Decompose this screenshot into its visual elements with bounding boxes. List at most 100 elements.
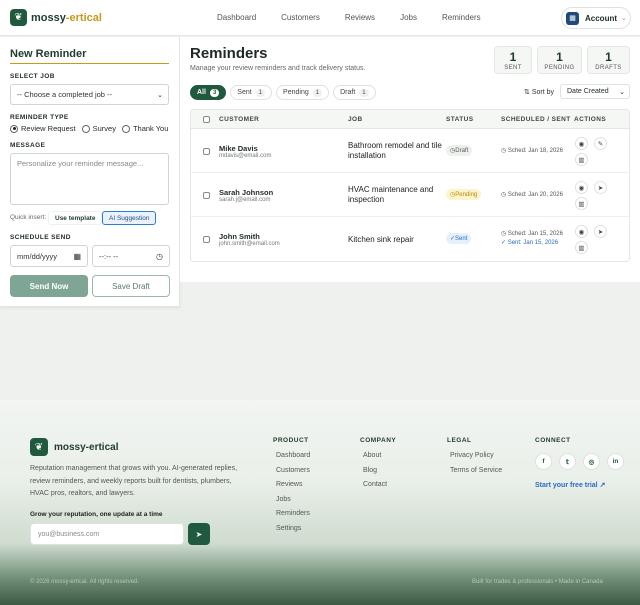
footer-link-customers[interactable]: Customers — [276, 467, 310, 474]
message-textarea[interactable]: Personalize your reminder message... — [10, 153, 169, 205]
select-job-label: SELECT JOB — [10, 73, 55, 80]
calendar-icon[interactable]: ▦ — [73, 252, 81, 261]
send-icon[interactable]: ➤ — [188, 523, 210, 545]
radio-indicator[interactable] — [10, 124, 18, 133]
use-template-button[interactable]: Use template — [48, 211, 103, 225]
status-badge: ✓ Sent — [446, 233, 472, 244]
send-now-button[interactable]: Send Now — [10, 275, 88, 297]
tab-draft[interactable]: Draft 1 — [333, 85, 376, 100]
view-icon[interactable]: ◉ — [575, 225, 588, 238]
scheduled-date: ◷ Sched: Jan 20, 2026 — [501, 191, 563, 198]
table-row: Mike Davis mdavis@email.com Bathroom rem… — [191, 129, 629, 173]
radio-label: Survey — [92, 124, 116, 133]
stat-drafts: 1 DRAFTS — [587, 46, 630, 74]
customer-email: sarah.j@email.com — [219, 197, 271, 203]
clock-icon[interactable]: ◷ — [156, 252, 163, 261]
instagram-icon[interactable]: ◎ — [583, 453, 600, 470]
company-heading: COMPANY — [360, 437, 397, 444]
tab-count: 3 — [209, 88, 220, 97]
chevron-down-icon: ⌄ — [619, 88, 625, 96]
scheduled-text: Sched: Jan 20, 2026 — [507, 192, 563, 198]
tab-label: All — [197, 89, 206, 96]
save-draft-button[interactable]: Save Draft — [92, 275, 170, 297]
column-job: JOB — [348, 116, 363, 123]
scheduled-text: Sched: Jan 15, 2026 — [507, 231, 563, 237]
site-footer: ❦ mossy-ertical Reputation management th… — [0, 400, 640, 605]
tab-label: Pending — [283, 89, 309, 96]
column-scheduled-sent: SCHEDULED / SENT — [501, 116, 571, 123]
footer-link-contact[interactable]: Contact — [363, 481, 387, 488]
tab-sent[interactable]: Sent 1 — [230, 85, 273, 100]
nav-item-customers[interactable]: Customers — [281, 13, 320, 22]
send-icon[interactable]: ➤ — [594, 181, 607, 194]
twitter-icon[interactable]: 𝕥 — [559, 453, 576, 470]
clock-icon: ◷ — [501, 192, 508, 198]
nav-item-reviews[interactable]: Reviews — [345, 13, 375, 22]
row-checkbox[interactable] — [203, 192, 210, 199]
send-icon[interactable]: ➤ — [594, 225, 607, 238]
status-text: Pending — [455, 191, 478, 198]
select-all-checkbox[interactable] — [203, 116, 210, 123]
edit-icon[interactable]: ✎ — [594, 137, 607, 150]
nav-item-jobs[interactable]: Jobs — [400, 13, 417, 22]
logo-icon[interactable]: ❦ — [10, 9, 27, 26]
footer-link-reminders[interactable]: Reminders — [276, 510, 310, 517]
sort-icon: ⇅ — [524, 89, 532, 96]
view-icon[interactable]: ◉ — [575, 137, 588, 150]
status-badge: ◷ Draft — [446, 145, 473, 156]
radio-indicator[interactable] — [121, 124, 130, 133]
reminders-panel: Reminders Manage your review reminders a… — [180, 37, 640, 282]
date-input[interactable]: mm/dd/yyyy ▦ — [10, 245, 88, 267]
copyright: © 2026 mossy-ertical. All rights reserve… — [30, 579, 140, 585]
linkedin-icon[interactable]: in — [607, 453, 624, 470]
footer-link-reviews[interactable]: Reviews — [276, 481, 302, 488]
row-checkbox[interactable] — [203, 148, 210, 155]
page-title: Reminders — [190, 45, 268, 62]
footer-link-about[interactable]: About — [363, 452, 381, 459]
brand-name[interactable]: mossy-ertical — [31, 12, 102, 24]
delete-icon[interactable]: ▥ — [575, 197, 588, 210]
radio-thank-you[interactable]: Thank You — [121, 124, 168, 133]
tab-all[interactable]: All 3 — [190, 85, 227, 100]
free-trial-link[interactable]: Start your free trial ↗ — [535, 481, 605, 489]
nav-item-dashboard[interactable]: Dashboard — [217, 13, 256, 22]
radio-survey[interactable]: Survey — [81, 124, 116, 133]
form-title: New Reminder — [10, 48, 87, 60]
job-select[interactable]: -- Choose a completed job -- ⌄ — [10, 84, 169, 105]
page-subtitle: Manage your review reminders and track d… — [190, 65, 366, 72]
radio-indicator[interactable] — [81, 124, 90, 133]
account-menu-button[interactable]: ▦ Account ⌄ — [561, 7, 631, 29]
delete-icon[interactable]: ▥ — [575, 241, 588, 254]
tab-pending[interactable]: Pending 1 — [276, 85, 330, 100]
footer-link-terms[interactable]: Terms of Service — [450, 467, 502, 474]
reminders-table: CUSTOMER JOB STATUS SCHEDULED / SENT ACT… — [190, 109, 630, 262]
newsletter-email-input[interactable]: you@business.com — [30, 523, 184, 545]
time-input[interactable]: --:-- -- ◷ — [92, 245, 170, 267]
quick-insert-label: Quick insert: — [10, 214, 47, 221]
column-actions: ACTIONS — [574, 116, 607, 123]
footer-link-dashboard[interactable]: Dashboard — [276, 452, 310, 459]
footer-link-settings[interactable]: Settings — [276, 525, 301, 532]
footer-link-blog[interactable]: Blog — [363, 467, 377, 474]
footer-link-privacy[interactable]: Privacy Policy — [450, 452, 494, 459]
arrow-up-right-icon: ↗ — [597, 482, 606, 489]
tab-label: Sent — [237, 89, 252, 96]
stat-label: DRAFTS — [595, 65, 622, 71]
facebook-icon[interactable]: f — [535, 453, 552, 470]
job-description: Kitchen sink repair — [348, 235, 414, 244]
ai-suggestion-button[interactable]: AI Suggestion — [102, 211, 157, 225]
radio-label: Review Request — [21, 124, 76, 133]
scheduled-date: ◷ Sched: Jan 18, 2026 — [501, 147, 563, 154]
job-description: Bathroom remodel and tile installation — [348, 141, 442, 160]
footer-link-jobs[interactable]: Jobs — [276, 496, 291, 503]
radio-review-request[interactable]: Review Request — [10, 124, 76, 133]
building-icon: ▦ — [566, 11, 579, 25]
row-checkbox[interactable] — [203, 236, 210, 243]
footer-brand[interactable]: mossy-ertical — [54, 442, 118, 453]
nav-item-reminders[interactable]: Reminders — [442, 13, 481, 22]
delete-icon[interactable]: ▥ — [575, 153, 588, 166]
view-icon[interactable]: ◉ — [575, 181, 588, 194]
sort-select[interactable]: Date Created ⌄ — [560, 84, 630, 99]
customer-name: John Smith — [219, 232, 260, 241]
logo-icon[interactable]: ❦ — [30, 438, 48, 456]
